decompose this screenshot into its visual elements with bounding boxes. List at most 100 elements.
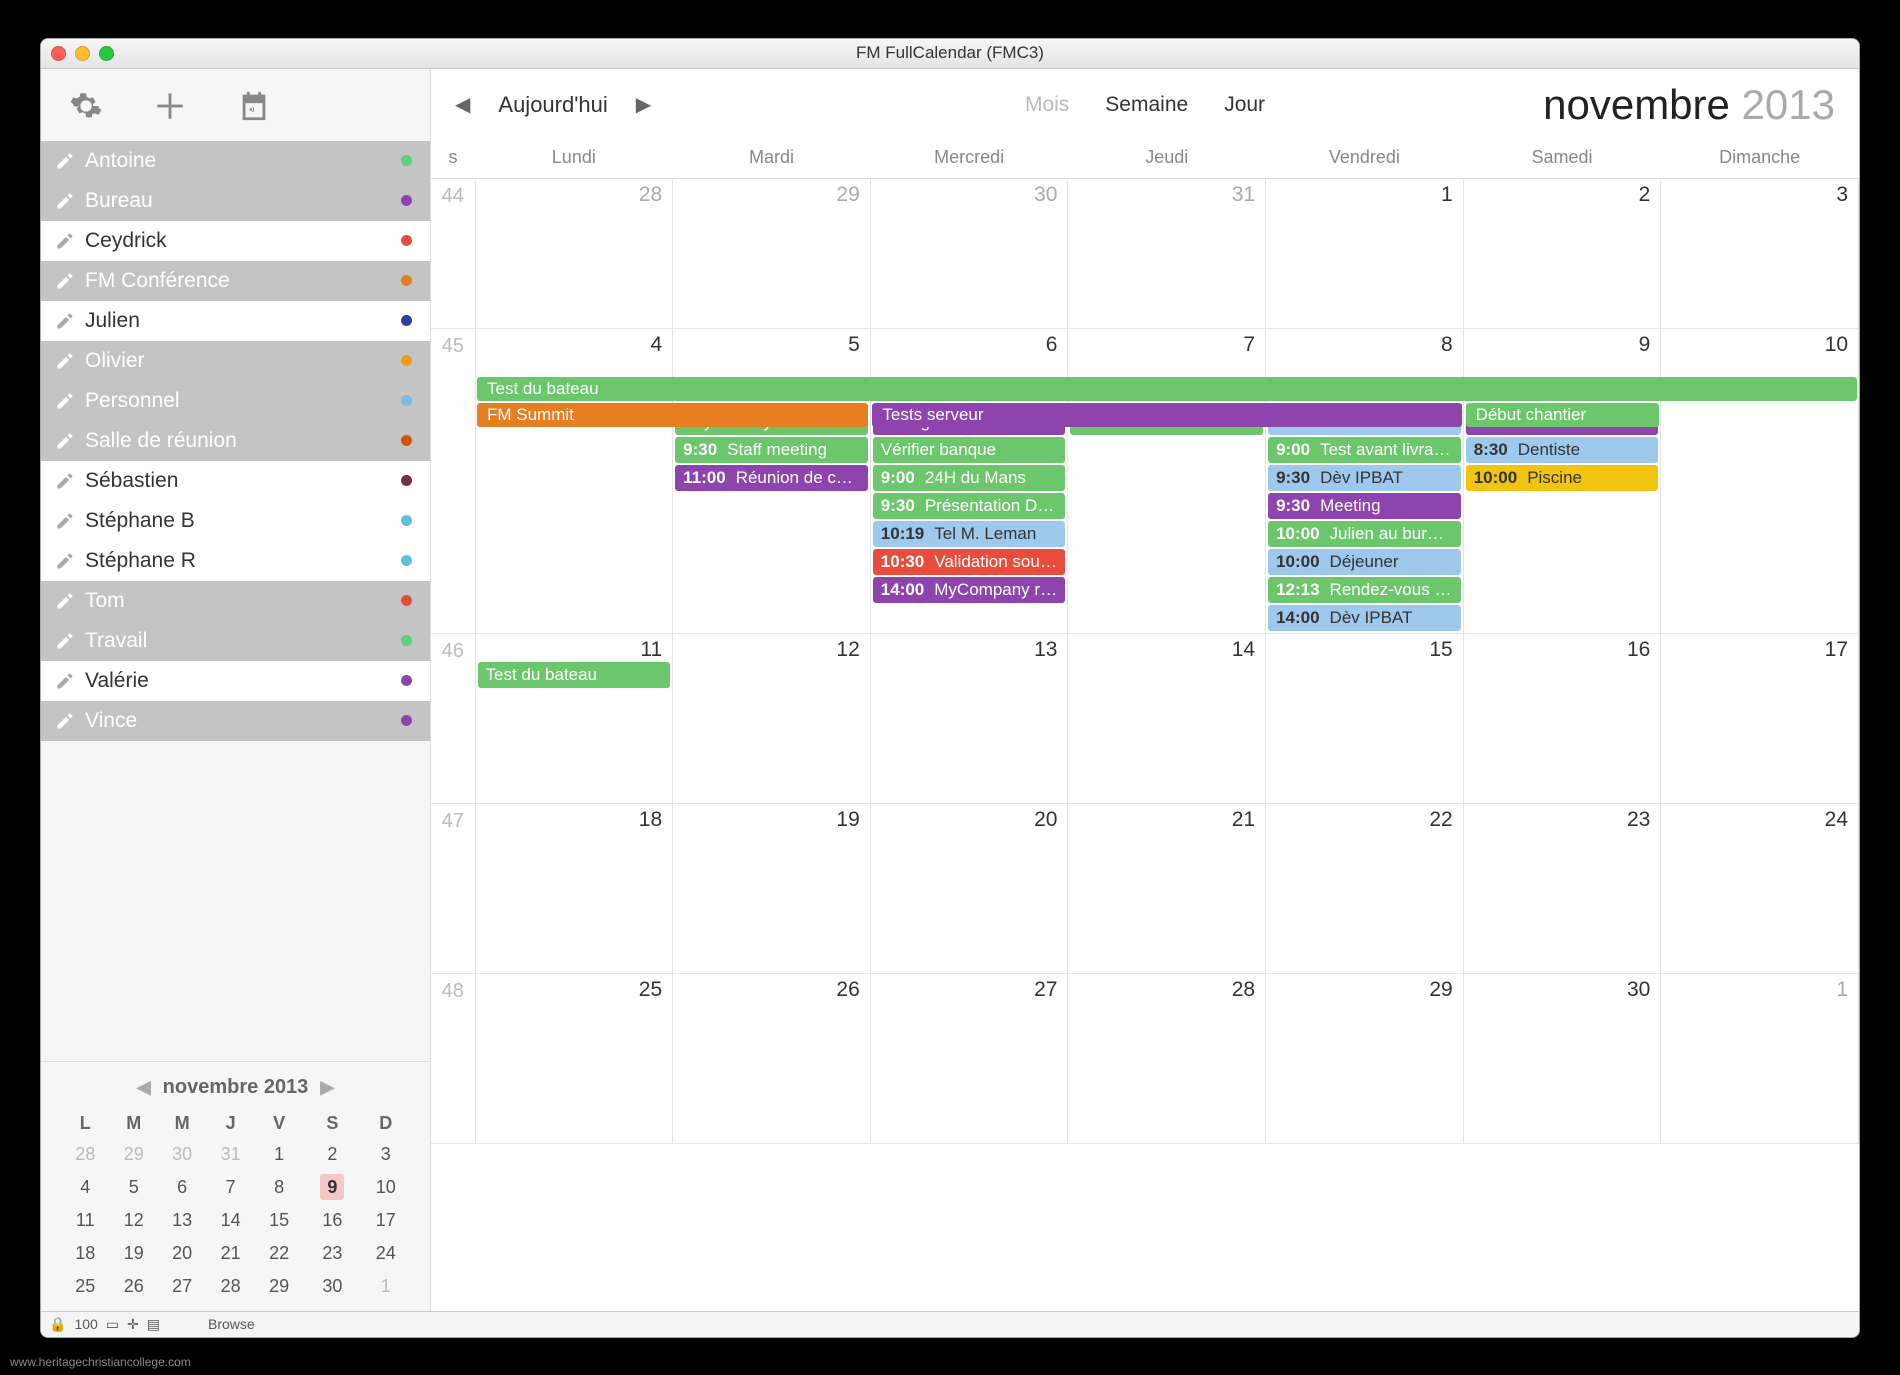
mini-day[interactable]: 20 bbox=[158, 1237, 206, 1270]
event[interactable]: 9:30Staff meeting bbox=[675, 437, 868, 463]
day-cell[interactable]: 22 bbox=[1266, 804, 1464, 974]
day-cell[interactable]: 3 bbox=[1661, 178, 1859, 328]
event[interactable]: 10:00Julien au bureau bbox=[1268, 521, 1461, 547]
calendar-item[interactable]: Ceydrick bbox=[41, 221, 430, 261]
mini-day[interactable]: 9 bbox=[303, 1171, 361, 1204]
event[interactable]: 9:30Dèv IPBAT bbox=[1268, 465, 1461, 491]
zoom-in-icon[interactable]: ✛ bbox=[127, 1316, 139, 1333]
mini-day[interactable]: 8 bbox=[255, 1171, 303, 1204]
mini-prev-button[interactable]: ◀ bbox=[137, 1077, 151, 1098]
day-cell[interactable]: 8Test from California9:00Test avant livr… bbox=[1266, 328, 1464, 634]
view-month-button[interactable]: Mois bbox=[1025, 93, 1069, 117]
calendar-item[interactable]: Stéphane B bbox=[41, 501, 430, 541]
mini-day[interactable]: 6 bbox=[158, 1171, 206, 1204]
day-cell[interactable]: 79:30Rdv avec Thomas Dupont bbox=[1068, 328, 1266, 634]
view-day-button[interactable]: Jour bbox=[1224, 93, 1265, 117]
mini-day[interactable]: 10 bbox=[361, 1171, 410, 1204]
event[interactable]: 9:30Présentation Délégation du Québec bbox=[873, 493, 1066, 519]
zoom-value[interactable]: 100 bbox=[74, 1316, 97, 1332]
day-cell[interactable]: 20 bbox=[870, 804, 1068, 974]
mini-day[interactable]: 22 bbox=[255, 1237, 303, 1270]
day-cell[interactable]: 1 bbox=[1266, 178, 1464, 328]
settings-icon[interactable] bbox=[69, 89, 103, 129]
day-cell[interactable]: 28 bbox=[475, 178, 673, 328]
event[interactable]: 14:00MyCompany rdv chez eux bbox=[873, 577, 1066, 603]
calendar-item[interactable]: Salle de réunion bbox=[41, 421, 430, 461]
mini-day[interactable]: 5 bbox=[109, 1171, 157, 1204]
day-cell[interactable]: 27 bbox=[870, 974, 1068, 1144]
multi-day-event[interactable]: Tests serveur bbox=[872, 403, 1461, 427]
mini-day[interactable]: 24 bbox=[361, 1237, 410, 1270]
mini-day[interactable]: 2 bbox=[303, 1138, 361, 1171]
calendar-item[interactable]: Sébastien bbox=[41, 461, 430, 501]
event[interactable]: Vérifier banque bbox=[873, 437, 1066, 463]
event[interactable]: 14:00Dèv IPBAT bbox=[1268, 605, 1461, 631]
calendar-item[interactable]: Personnel bbox=[41, 381, 430, 421]
view-week-button[interactable]: Semaine bbox=[1105, 93, 1188, 117]
day-cell[interactable]: 5Payer le loyer9:30Staff meeting11:00Réu… bbox=[673, 328, 871, 634]
mini-day[interactable]: 3 bbox=[361, 1138, 410, 1171]
event[interactable]: 9:30Meeting bbox=[1268, 493, 1461, 519]
mini-day[interactable]: 1 bbox=[361, 1270, 410, 1303]
mini-day[interactable]: 29 bbox=[109, 1138, 157, 1171]
day-cell[interactable]: 30 bbox=[1463, 974, 1661, 1144]
mini-day[interactable]: 28 bbox=[206, 1270, 254, 1303]
calendar-today-icon[interactable]: 31 bbox=[237, 89, 271, 129]
day-cell[interactable]: 18 bbox=[475, 804, 673, 974]
multi-day-event[interactable]: Début chantier bbox=[1466, 403, 1660, 427]
mini-day[interactable]: 18 bbox=[61, 1237, 109, 1270]
day-cell[interactable]: 9Modif. serveur8:30Dentiste10:00Piscine bbox=[1463, 328, 1661, 634]
mini-day[interactable]: 29 bbox=[255, 1270, 303, 1303]
mode-label[interactable]: Browse bbox=[208, 1316, 255, 1332]
mini-day[interactable]: 21 bbox=[206, 1237, 254, 1270]
day-cell[interactable]: 26 bbox=[673, 974, 871, 1144]
calendar-grid[interactable]: sLundiMardiMercrediJeudiVendrediSamediDi… bbox=[431, 141, 1859, 1311]
day-cell[interactable]: 31 bbox=[1068, 178, 1266, 328]
day-cell[interactable]: 24 bbox=[1661, 804, 1859, 974]
day-cell[interactable]: 13 bbox=[870, 634, 1068, 804]
calendar-item[interactable]: Stéphane R bbox=[41, 541, 430, 581]
layout-icon[interactable]: ▤ bbox=[147, 1316, 160, 1333]
day-cell[interactable]: 15 bbox=[1266, 634, 1464, 804]
calendar-item[interactable]: FM Conférence bbox=[41, 261, 430, 301]
calendar-item[interactable]: Olivier bbox=[41, 341, 430, 381]
mini-day[interactable]: 28 bbox=[61, 1138, 109, 1171]
day-cell[interactable]: 28 bbox=[1068, 974, 1266, 1144]
add-icon[interactable] bbox=[153, 89, 187, 129]
mini-day[interactable]: 17 bbox=[361, 1204, 410, 1237]
day-cell[interactable]: 25 bbox=[475, 974, 673, 1144]
mini-day[interactable]: 4 bbox=[61, 1171, 109, 1204]
event[interactable]: 9:00Test avant livraison bbox=[1268, 437, 1461, 463]
calendar-item[interactable]: Travail bbox=[41, 621, 430, 661]
calendar-item[interactable]: Vince bbox=[41, 701, 430, 741]
mini-day[interactable]: 7 bbox=[206, 1171, 254, 1204]
mini-day[interactable]: 23 bbox=[303, 1237, 361, 1270]
event[interactable]: 10:30Validation soumission bbox=[873, 549, 1066, 575]
day-cell[interactable]: 16 bbox=[1463, 634, 1661, 804]
event[interactable]: 11:00Réunion de chantier bbox=[675, 465, 868, 491]
mini-day[interactable]: 30 bbox=[303, 1270, 361, 1303]
day-cell[interactable]: 1 bbox=[1661, 974, 1859, 1144]
zoom-out-icon[interactable]: ▭ bbox=[106, 1316, 119, 1333]
multi-day-event[interactable]: FM Summit bbox=[477, 403, 868, 427]
day-cell[interactable]: 12 bbox=[673, 634, 871, 804]
calendar-item[interactable]: Antoine bbox=[41, 141, 430, 181]
multi-day-event[interactable]: Test du bateau bbox=[477, 377, 1857, 401]
day-cell[interactable]: 17 bbox=[1661, 634, 1859, 804]
mini-day[interactable]: 12 bbox=[109, 1204, 157, 1237]
event[interactable]: 12:13Rendez-vous Daniel bbox=[1268, 577, 1461, 603]
mini-day[interactable]: 15 bbox=[255, 1204, 303, 1237]
day-cell[interactable]: 10 bbox=[1661, 328, 1859, 634]
mini-day[interactable]: 31 bbox=[206, 1138, 254, 1171]
day-cell[interactable]: 23 bbox=[1463, 804, 1661, 974]
mini-day[interactable]: 27 bbox=[158, 1270, 206, 1303]
day-cell[interactable]: 4 bbox=[475, 328, 673, 634]
mini-day[interactable]: 25 bbox=[61, 1270, 109, 1303]
mini-day[interactable]: 14 bbox=[206, 1204, 254, 1237]
calendar-item[interactable]: Valérie bbox=[41, 661, 430, 701]
day-cell[interactable]: 6Config serveurVérifier banque9:0024H du… bbox=[870, 328, 1068, 634]
mini-day[interactable]: 1 bbox=[255, 1138, 303, 1171]
mini-day[interactable]: 26 bbox=[109, 1270, 157, 1303]
day-cell[interactable]: 29 bbox=[673, 178, 871, 328]
day-cell[interactable]: 14 bbox=[1068, 634, 1266, 804]
